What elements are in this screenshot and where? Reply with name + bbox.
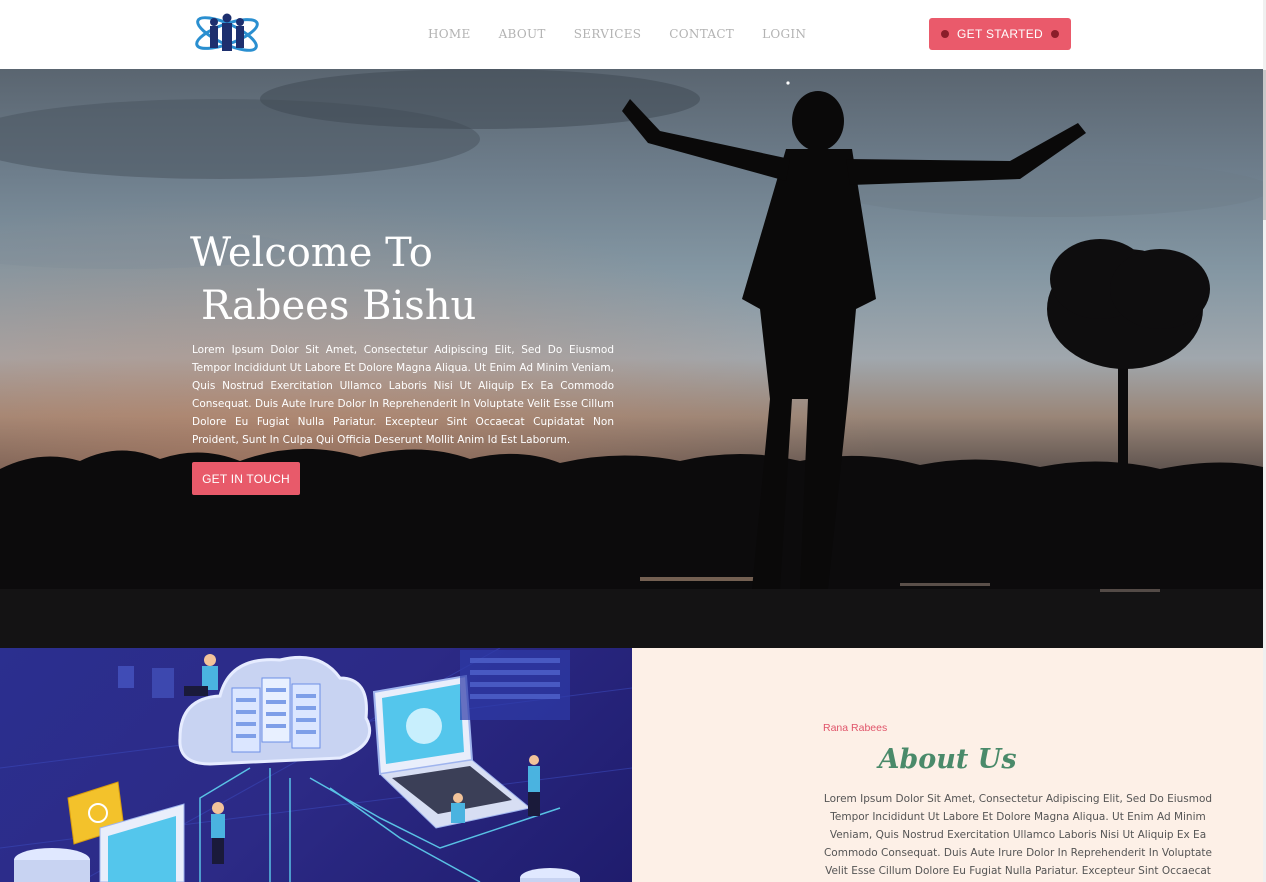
isometric-cloud-server-icon bbox=[0, 648, 632, 882]
bullet-icon bbox=[1050, 30, 1059, 38]
hero-section: Welcome To Rabees Bishu Lorem Ipsum Dolo… bbox=[0, 69, 1263, 648]
site-header: HOME ABOUT SERVICES CONTACT LOGIN GET ST… bbox=[0, 0, 1263, 69]
main-nav: HOME ABOUT SERVICES CONTACT LOGIN bbox=[428, 27, 834, 41]
hero-description: Lorem Ipsum Dolor Sit Amet, Consectetur … bbox=[192, 344, 614, 446]
about-subtitle: Rana Rabees bbox=[823, 722, 888, 734]
nav-services-link[interactable]: SERVICES bbox=[574, 27, 642, 41]
hero-title-line2: Rabees Bishu bbox=[201, 283, 477, 329]
get-in-touch-button[interactable]: GET IN TOUCH bbox=[192, 462, 300, 495]
cloud-computing-illustration bbox=[0, 648, 632, 882]
team-logo-icon[interactable] bbox=[192, 8, 262, 60]
nav-contact-link[interactable]: CONTACT bbox=[669, 27, 734, 41]
nav-login-link[interactable]: LOGIN bbox=[762, 27, 806, 41]
about-description: Lorem Ipsum Dolor Sit Amet, Consectetur … bbox=[823, 793, 1213, 877]
get-started-label: GET STARTED bbox=[957, 27, 1043, 41]
hero-title-line1: Welcome To bbox=[190, 230, 433, 276]
bullet-icon bbox=[941, 30, 949, 38]
hero-title: Welcome To Rabees Bishu bbox=[190, 227, 476, 333]
hero-background-photo bbox=[0, 69, 1263, 648]
about-title: About Us bbox=[878, 744, 1017, 775]
get-started-button[interactable]: GET STARTED bbox=[929, 18, 1071, 50]
about-section: Rana Rabees About Us Lorem Ipsum Dolor S… bbox=[632, 648, 1263, 882]
nav-home-link[interactable]: HOME bbox=[428, 27, 471, 41]
nav-about-link[interactable]: ABOUT bbox=[499, 27, 546, 41]
